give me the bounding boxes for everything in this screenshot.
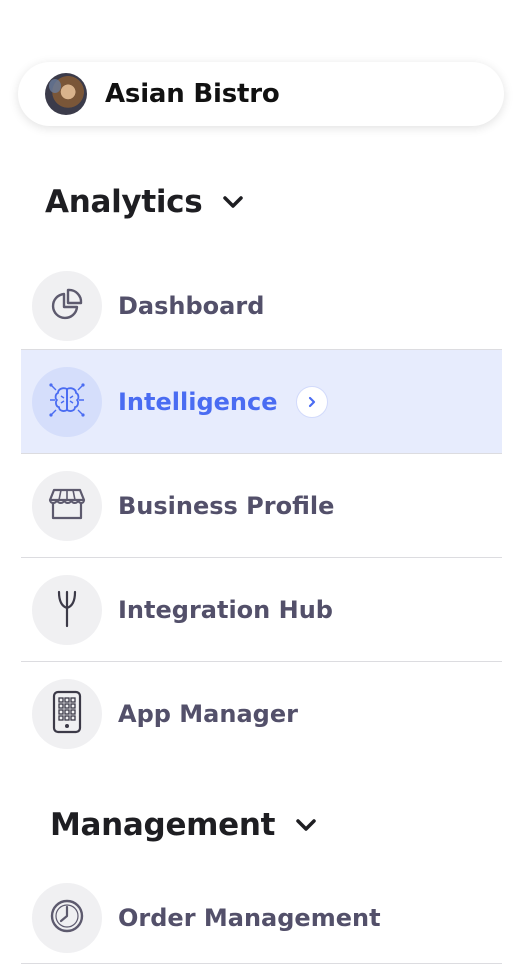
integration-hub-icon-circle — [32, 575, 102, 645]
sidebar-item-order-management[interactable]: Order Management — [21, 872, 502, 964]
sidebar-panel: Asian Bistro Analytics Dashboard Intelli… — [0, 0, 521, 964]
chevron-down-icon — [295, 818, 317, 832]
order-management-icon-circle — [32, 883, 102, 953]
analytics-section-label: Analytics — [45, 184, 203, 220]
brain-circuit-icon — [47, 380, 87, 424]
management-section-toggle[interactable]: Management — [50, 807, 317, 843]
intelligence-icon-circle — [32, 367, 102, 437]
sidebar-item-label: App Manager — [118, 700, 298, 728]
sidebar-item-label: Business Profile — [118, 492, 335, 520]
sidebar-item-dashboard[interactable]: Dashboard — [21, 262, 502, 350]
sidebar-item-label: Integration Hub — [118, 596, 333, 624]
sidebar-item-label: Order Management — [118, 904, 381, 932]
business-profile-icon-circle — [32, 471, 102, 541]
sidebar-item-app-manager[interactable]: App Manager — [21, 662, 502, 766]
sidebar-item-label: Dashboard — [118, 292, 265, 320]
sidebar-item-intelligence[interactable]: Intelligence — [21, 350, 502, 454]
sidebar-item-integration-hub[interactable]: Integration Hub — [21, 558, 502, 662]
chevron-down-icon — [222, 195, 244, 209]
pie-chart-icon — [49, 286, 85, 326]
fork-connector-icon — [52, 588, 82, 632]
app-grid-phone-icon — [52, 690, 82, 738]
dashboard-icon-circle — [32, 271, 102, 341]
business-avatar — [45, 73, 87, 115]
app-manager-icon-circle — [32, 679, 102, 749]
chevron-right-icon[interactable] — [295, 386, 328, 418]
sidebar-item-label: Intelligence — [118, 388, 278, 416]
analytics-section-toggle[interactable]: Analytics — [45, 184, 244, 220]
business-name: Asian Bistro — [105, 79, 280, 109]
sidebar-item-business-profile[interactable]: Business Profile — [21, 454, 502, 558]
storefront-icon — [48, 487, 86, 525]
business-selector[interactable]: Asian Bistro — [18, 62, 504, 126]
clock-icon — [48, 897, 86, 939]
management-section-label: Management — [50, 807, 276, 843]
